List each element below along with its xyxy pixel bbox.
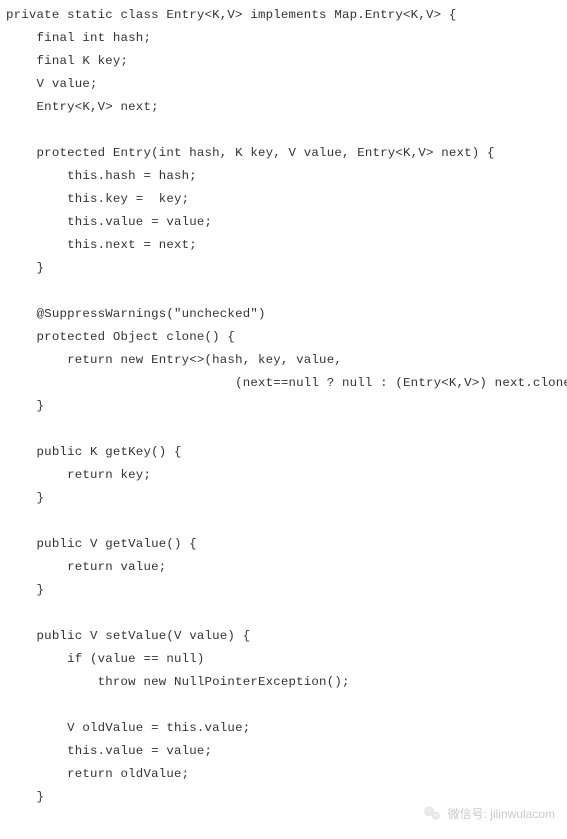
code-line bbox=[6, 280, 561, 303]
code-line: protected Object clone() { bbox=[6, 326, 561, 349]
code-line: return value; bbox=[6, 556, 561, 579]
wechat-icon bbox=[422, 803, 442, 823]
code-line: private static class Entry<K,V> implemen… bbox=[6, 4, 561, 27]
code-line: (next==null ? null : (Entry<K,V>) next.c… bbox=[6, 372, 561, 395]
code-line: final int hash; bbox=[6, 27, 561, 50]
code-line bbox=[6, 418, 561, 441]
code-line: public K getKey() { bbox=[6, 441, 561, 464]
code-line: this.value = value; bbox=[6, 211, 561, 234]
code-line bbox=[6, 602, 561, 625]
code-line: this.next = next; bbox=[6, 234, 561, 257]
code-line bbox=[6, 694, 561, 717]
code-line: } bbox=[6, 487, 561, 510]
watermark: 微信号: jilinwulacom bbox=[422, 803, 555, 823]
code-line: public V setValue(V value) { bbox=[6, 625, 561, 648]
code-line: V oldValue = this.value; bbox=[6, 717, 561, 740]
code-line: final K key; bbox=[6, 50, 561, 73]
code-line: public V getValue() { bbox=[6, 533, 561, 556]
code-line: V value; bbox=[6, 73, 561, 96]
code-line: return oldValue; bbox=[6, 763, 561, 786]
code-line bbox=[6, 119, 561, 142]
code-line: this.hash = hash; bbox=[6, 165, 561, 188]
code-line: return new Entry<>(hash, key, value, bbox=[6, 349, 561, 372]
watermark-text: 微信号: jilinwulacom bbox=[448, 805, 555, 822]
code-line: @SuppressWarnings("unchecked") bbox=[6, 303, 561, 326]
code-line: } bbox=[6, 579, 561, 602]
code-line: throw new NullPointerException(); bbox=[6, 671, 561, 694]
code-line bbox=[6, 510, 561, 533]
code-line: } bbox=[6, 257, 561, 280]
code-block: private static class Entry<K,V> implemen… bbox=[0, 0, 567, 813]
code-line: this.key = key; bbox=[6, 188, 561, 211]
code-line: protected Entry(int hash, K key, V value… bbox=[6, 142, 561, 165]
code-line: Entry<K,V> next; bbox=[6, 96, 561, 119]
code-line: return key; bbox=[6, 464, 561, 487]
code-line: if (value == null) bbox=[6, 648, 561, 671]
code-line: this.value = value; bbox=[6, 740, 561, 763]
code-line: } bbox=[6, 395, 561, 418]
